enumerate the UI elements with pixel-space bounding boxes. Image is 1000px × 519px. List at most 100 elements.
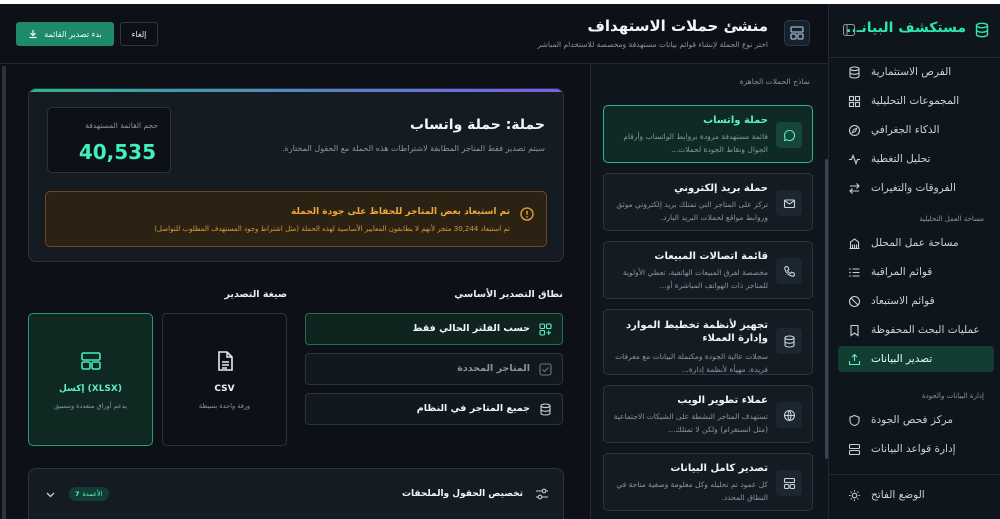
chevron-down-icon — [45, 489, 56, 500]
grid-icon — [848, 95, 861, 108]
list-icon — [848, 266, 861, 279]
sidebar-header: مستكشف البيانـ.. — [828, 4, 1000, 58]
sidebar: مستكشف البيانـ.. الفرص الاستثمارية المجم… — [828, 4, 1000, 519]
warning-icon — [520, 207, 534, 221]
fields-customization-toggle[interactable]: تخصيص الحقول والملحقات الأعمدة 7 — [28, 468, 564, 519]
sidebar-item-exclusions[interactable]: قوائم الاستبعاد — [838, 288, 994, 314]
sidebar-item-geo[interactable]: الذكاء الجغرافي — [838, 117, 994, 143]
file-icon — [214, 350, 236, 372]
export-icon — [848, 353, 861, 366]
database-icon — [776, 328, 802, 354]
sidebar-item-label: مركز فحص الجودة — [871, 414, 954, 426]
template-desc: سجلات عالية الجودة ومكتملة البيانات مع م… — [615, 352, 768, 374]
scope-option-label: حسب الفلتر الحالي فقط — [412, 323, 530, 334]
template-title: تصدير كامل البيانات — [670, 463, 768, 474]
sidebar-item-label: قوائم الاستبعاد — [871, 295, 935, 307]
sun-icon — [848, 489, 861, 502]
template-card-email[interactable]: حملة بريد إلكتروني تركز على المتاجر التي… — [603, 173, 813, 231]
template-card-whatsapp[interactable]: حملة واتساب قائمة مستهدفة مزودة بروابط ا… — [603, 105, 813, 163]
template-card-erp-crm[interactable]: تجهيز لأنظمة تخطيط الموارد وإدارة العملا… — [603, 309, 813, 375]
template-desc: قائمة مستهدفة مزودة بروابط الواتساب وأرق… — [623, 132, 768, 154]
pulse-icon — [848, 153, 861, 166]
page-title: منشئ حملات الاستهداف — [587, 17, 768, 35]
shield-icon — [848, 414, 861, 427]
template-title: حملة بريد إلكتروني — [674, 183, 768, 194]
start-export-button[interactable]: بدء تصدير القائمة — [16, 22, 114, 46]
sidebar-item-db-management[interactable]: إدارة قواعد البيانات — [838, 436, 994, 462]
sidebar-toggle-icon[interactable] — [842, 23, 856, 37]
template-title: حملة واتساب — [703, 115, 768, 126]
phone-icon — [776, 258, 802, 284]
export-button-label: بدء تصدير القائمة — [44, 29, 102, 39]
target-count-label: حجم القائمة المستهدفة — [85, 121, 158, 130]
template-desc: تركز على المتاجر التي تمتلك بريد إلكترون… — [616, 200, 768, 222]
sidebar-item-analyst-workspace[interactable]: مساحة عمل المحلل — [838, 230, 994, 256]
layout-icon — [784, 20, 810, 46]
sidebar-item-data-export[interactable]: تصدير البيانات — [838, 346, 994, 372]
scope-option-current-filter[interactable]: حسب الفلتر الحالي فقط — [305, 313, 563, 345]
scope-option-label: جميع المتاجر في النظام — [416, 403, 530, 414]
checkbox-icon — [539, 363, 552, 376]
chat-icon — [776, 122, 802, 148]
layout-icon — [80, 350, 102, 372]
database-icon — [974, 22, 990, 38]
scope-option-all-stores[interactable]: جميع المتاجر في النظام — [305, 393, 563, 425]
sidebar-item-diffs[interactable]: الفروقات والتغيرات — [838, 175, 994, 201]
scope-option-selected-stores[interactable]: المتاجر المحددة — [305, 353, 563, 385]
building-icon — [848, 237, 861, 250]
format-option-xlsx[interactable]: إكسل (XLSX) يدعم أوراق متعددة وتنسيق — [28, 313, 153, 446]
format-description: ورقة واحدة بسيطة — [198, 402, 251, 410]
template-desc: مخصصة لفرق المبيعات الهاتفية، تعطي الأول… — [622, 268, 768, 290]
page-subtitle: اختر نوع الحملة لإنشاء قوائم بيانات مسته… — [537, 40, 768, 49]
summary-accent-bar — [29, 89, 563, 92]
template-title: تجهيز لأنظمة تخطيط الموارد وإدارة العملا… — [626, 320, 768, 344]
template-card-web-dev[interactable]: عملاء تطوير الويب تستهدف المتاجر النشطة … — [603, 385, 813, 443]
scope-heading: نطاق التصدير الأساسي — [454, 289, 563, 300]
cancel-button[interactable]: إلغاء — [120, 22, 158, 46]
campaign-description: سيتم تصدير فقط المتاجر المطابقة لاشتراطا… — [281, 144, 545, 153]
sidebar-item-coverage[interactable]: تحليل التغطية — [838, 146, 994, 172]
sidebar-item-label: الذكاء الجغرافي — [871, 124, 940, 136]
layout-icon — [776, 470, 802, 496]
sidebar-item-analytic-groups[interactable]: المجموعات التحليلية — [838, 88, 994, 114]
format-option-csv[interactable]: CSV ورقة واحدة بسيطة — [162, 313, 287, 446]
sidebar-item-watchlists[interactable]: قوائم المراقبة — [838, 259, 994, 285]
app-window: منشئ حملات الاستهداف اختر نوع الحملة لإن… — [0, 4, 1000, 519]
sidebar-item-label: تحليل التغطية — [871, 153, 931, 165]
format-label: إكسل (XLSX) — [59, 384, 122, 394]
sidebar-item-label: مساحة عمل المحلل — [871, 237, 959, 249]
sidebar-section-workspace: مساحة العمل التحليلية — [919, 215, 984, 223]
columns-badge-label: الأعمدة — [82, 490, 103, 498]
template-title: قائمة اتصالات المبيعات — [654, 251, 768, 262]
filter-icon — [539, 323, 552, 336]
template-desc: تستهدف المتاجر النشطة على الشبكات الاجتم… — [613, 412, 768, 434]
sidebar-item-saved-searches[interactable]: عمليات البحث المحفوظة — [838, 317, 994, 343]
main-scrollbar[interactable] — [2, 66, 6, 519]
sidebar-divider — [828, 474, 1000, 475]
arrows-icon — [848, 182, 861, 195]
columns-badge: الأعمدة 7 — [69, 487, 109, 501]
templates-panel: نماذج الحملات الجاهزة حملة واتساب قائمة … — [590, 64, 828, 519]
template-card-full-export[interactable]: تصدير كامل البيانات كل عمود تم تحليله وك… — [603, 453, 813, 511]
format-heading: صيغة التصدير — [224, 289, 287, 300]
exclusion-warning: تم استبعاد بعض المتاجر للحفاظ على جودة ا… — [45, 191, 547, 247]
campaign-summary-card: حملة: حملة واتساب سيتم تصدير فقط المتاجر… — [28, 88, 564, 262]
sidebar-item-label: قوائم المراقبة — [871, 266, 933, 278]
download-icon — [28, 29, 38, 39]
sidebar-item-investment[interactable]: الفرص الاستثمارية — [838, 59, 994, 85]
theme-toggle[interactable]: الوضع الفاتح — [838, 482, 994, 508]
sidebar-item-label: عمليات البحث المحفوظة — [871, 324, 980, 336]
fields-title: تخصيص الحقول والملحقات — [402, 489, 523, 499]
scope-option-label: المتاجر المحددة — [457, 363, 530, 374]
database-icon — [848, 65, 861, 79]
server-icon — [848, 443, 861, 456]
template-card-sales-calls[interactable]: قائمة اتصالات المبيعات مخصصة لفرق المبيع… — [603, 241, 813, 299]
target-count-value: 40,535 — [78, 140, 156, 164]
format-description: يدعم أوراق متعددة وتنسيق — [54, 402, 127, 410]
block-icon — [848, 295, 861, 308]
warning-text: تم استبعاد 30,244 متجر لأنهم لا يطابقون … — [154, 225, 510, 233]
sidebar-item-quality-center[interactable]: مركز فحص الجودة — [838, 407, 994, 433]
sidebar-item-label: المجموعات التحليلية — [871, 95, 960, 107]
bookmark-icon — [848, 324, 861, 337]
sidebar-item-label: الفروقات والتغيرات — [871, 182, 956, 194]
